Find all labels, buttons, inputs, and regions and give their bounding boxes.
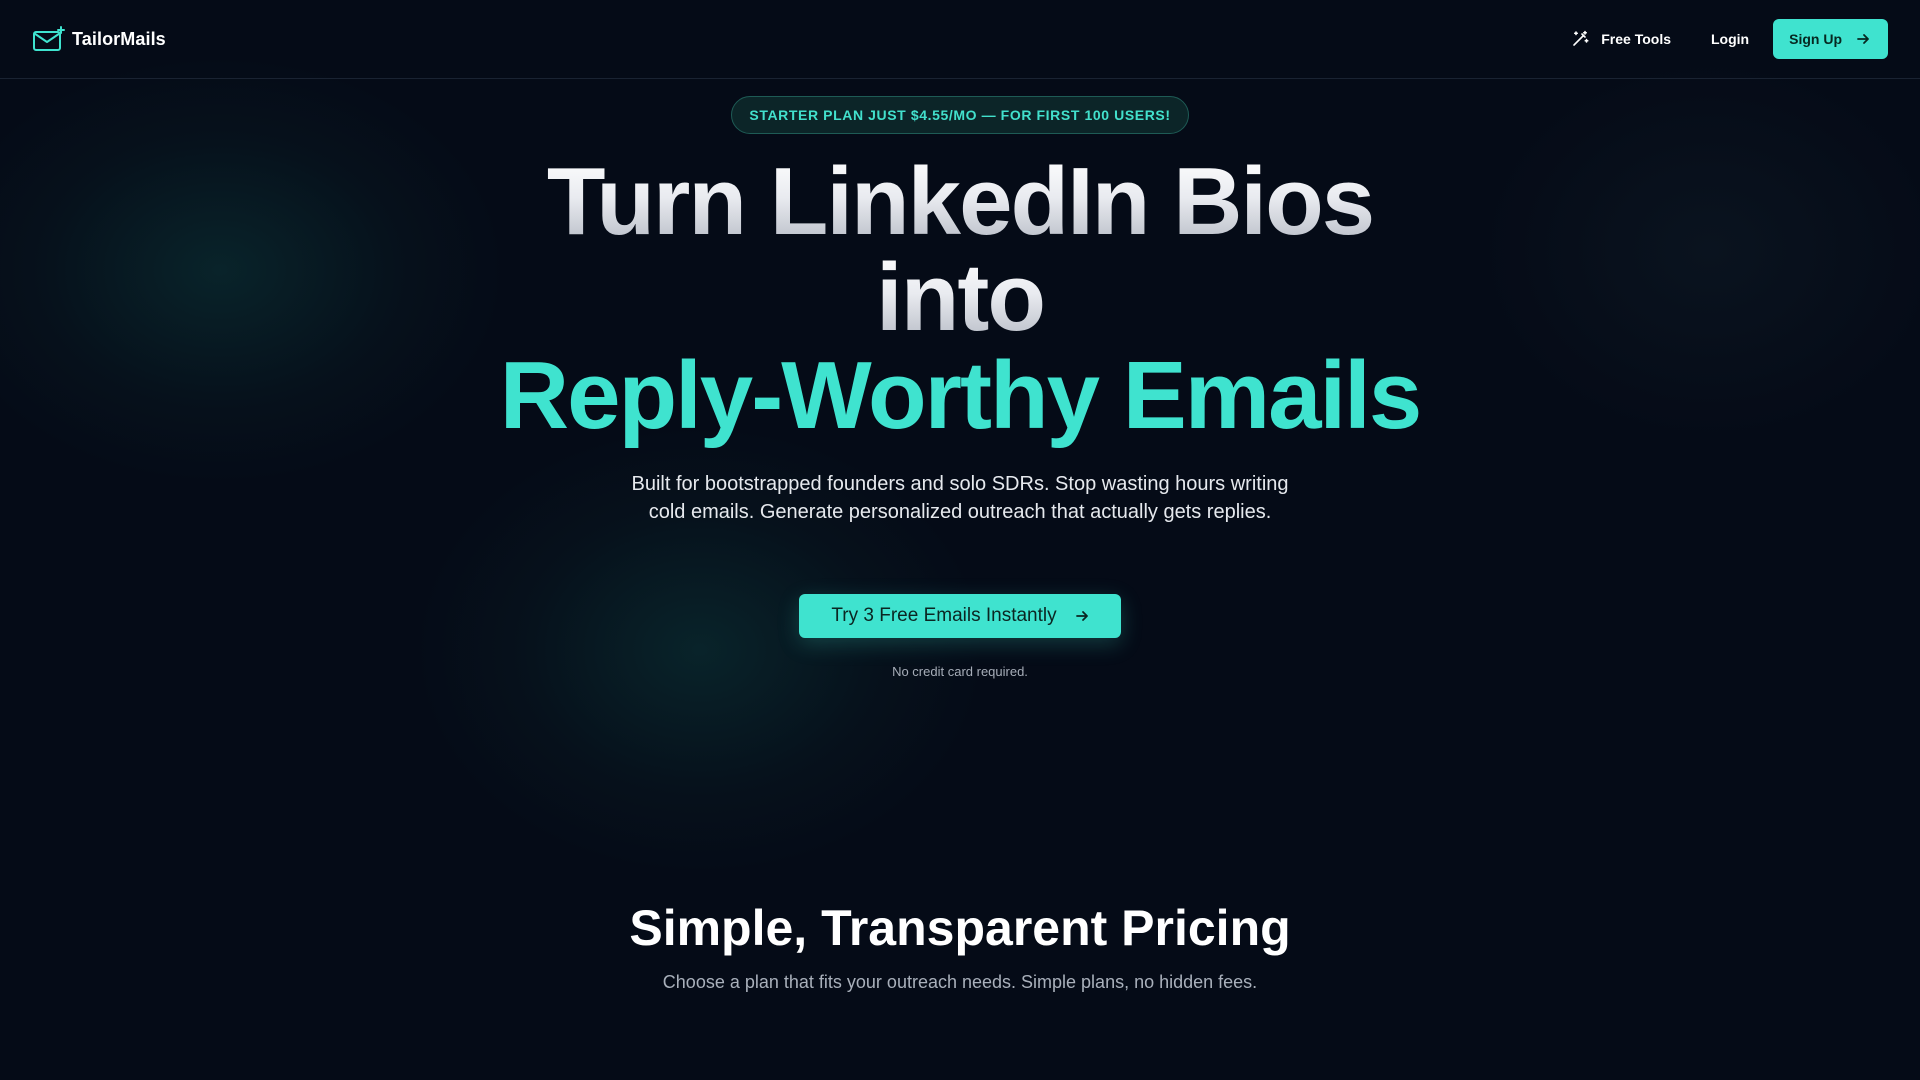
- brand-logo[interactable]: TailorMails: [32, 26, 166, 52]
- headline-line-1: Turn LinkedIn Bios: [0, 154, 1920, 250]
- site-header: TailorMails Free Tools Login Sign Up: [0, 0, 1920, 79]
- landing-page: TailorMails Free Tools Login Sign Up STA…: [0, 0, 1920, 1080]
- magic-wand-icon: [1571, 30, 1589, 48]
- hero-headline: Turn LinkedIn Bios into Reply-Worthy Ema…: [0, 154, 1920, 446]
- pricing-title: Simple, Transparent Pricing: [629, 900, 1291, 956]
- free-tools-label: Free Tools: [1601, 31, 1671, 47]
- free-tools-link[interactable]: Free Tools: [1571, 30, 1671, 48]
- try-free-emails-button[interactable]: Try 3 Free Emails Instantly: [799, 594, 1121, 638]
- pricing-subtitle: Choose a plan that fits your outreach ne…: [662, 972, 1258, 992]
- signup-button[interactable]: Sign Up: [1773, 19, 1888, 59]
- promo-badge: STARTER PLAN JUST $4.55/MO — FOR FIRST 1…: [731, 96, 1189, 134]
- main-nav: Free Tools Login Sign Up: [1571, 19, 1888, 59]
- login-link[interactable]: Login: [1711, 31, 1749, 47]
- arrow-right-icon: [1075, 611, 1088, 621]
- headline-accent: Reply-Worthy Emails: [499, 342, 1422, 449]
- arrow-right-icon: [1857, 34, 1869, 44]
- cta-label: Try 3 Free Emails Instantly: [831, 605, 1057, 626]
- headline-line-2: into: [0, 250, 1920, 346]
- no-credit-card-note: No credit card required.: [892, 664, 1028, 679]
- brand-name: TailorMails: [72, 28, 166, 49]
- hero-subtext: Built for bootstrapped founders and solo…: [631, 473, 1289, 523]
- envelope-sparkle-icon: [32, 26, 66, 52]
- signup-button-label: Sign Up: [1789, 31, 1842, 47]
